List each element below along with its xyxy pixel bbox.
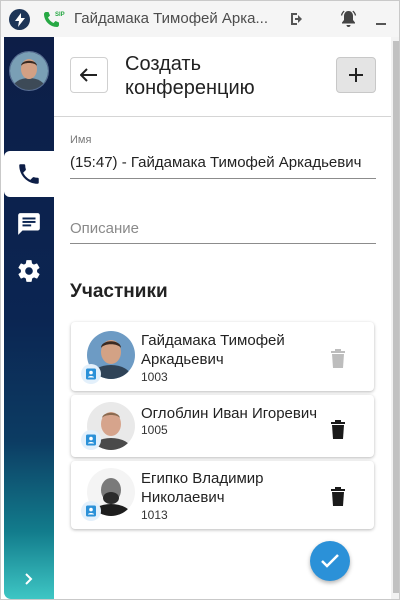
minimize-icon[interactable]	[374, 11, 388, 27]
delete-icon[interactable]	[329, 487, 347, 507]
gear-icon	[18, 260, 40, 282]
contact-badge-icon	[81, 501, 101, 521]
window-title: Гайдамака Тимофей Арка...	[74, 10, 269, 27]
back-button[interactable]	[70, 57, 108, 93]
nav-phone-button[interactable]	[4, 151, 54, 197]
sidebar	[4, 37, 54, 599]
name-field-label: Имя	[70, 134, 92, 146]
nav-settings-button[interactable]	[14, 256, 44, 286]
sip-phone-icon: SIP	[41, 8, 65, 30]
plus-icon	[349, 68, 363, 82]
scrollbar-thumb[interactable]	[393, 41, 399, 593]
bell-icon[interactable]	[340, 10, 357, 28]
name-field-underline	[70, 178, 376, 179]
header-divider	[54, 116, 391, 117]
participant-extension: 1013	[141, 508, 168, 522]
confirm-create-button[interactable]	[310, 541, 350, 581]
nav-chat-button[interactable]	[14, 209, 44, 239]
page-title: Создать конференцию	[125, 53, 255, 99]
app-window: SIP Гайдамака Тимофей Арка... Создать ко…	[0, 0, 400, 600]
chevron-right-icon[interactable]	[21, 571, 37, 587]
name-field[interactable]: (15:47) - Гайдамака Тимофей Аркадьевич	[70, 154, 376, 171]
participant-name: Гайдамака Тимофей Аркадьевич	[141, 332, 285, 368]
description-field-underline	[70, 243, 376, 244]
contact-badge-icon	[81, 430, 101, 450]
participant-card: Гайдамака Тимофей Аркадьевич 1003	[71, 322, 374, 391]
app-logo-icon	[9, 9, 30, 30]
participant-card: Оглоблин Иван Игоревич 1005	[71, 395, 374, 457]
user-avatar[interactable]	[9, 51, 49, 91]
delete-icon-disabled	[329, 349, 347, 369]
chat-icon	[18, 213, 40, 235]
arrow-left-icon	[80, 68, 97, 82]
participant-extension: 1003	[141, 370, 168, 384]
logout-icon[interactable]	[289, 11, 305, 27]
participant-card: Египко Владимир Николаевич 1013	[71, 461, 374, 529]
svg-text:SIP: SIP	[55, 12, 65, 18]
delete-icon[interactable]	[329, 420, 347, 440]
participants-title: Участники	[70, 281, 168, 302]
participant-extension: 1005	[141, 423, 168, 437]
main-panel: Создать конференцию Имя (15:47) - Гайдам…	[54, 37, 391, 599]
check-icon	[321, 554, 339, 568]
participant-name: Египко Владимир Николаевич	[141, 470, 264, 506]
contact-badge-icon	[81, 364, 101, 384]
add-participant-button[interactable]	[336, 57, 376, 93]
phone-icon	[19, 164, 39, 184]
description-field[interactable]: Описание	[70, 220, 139, 237]
title-bar: SIP Гайдамака Тимофей Арка...	[1, 1, 399, 37]
